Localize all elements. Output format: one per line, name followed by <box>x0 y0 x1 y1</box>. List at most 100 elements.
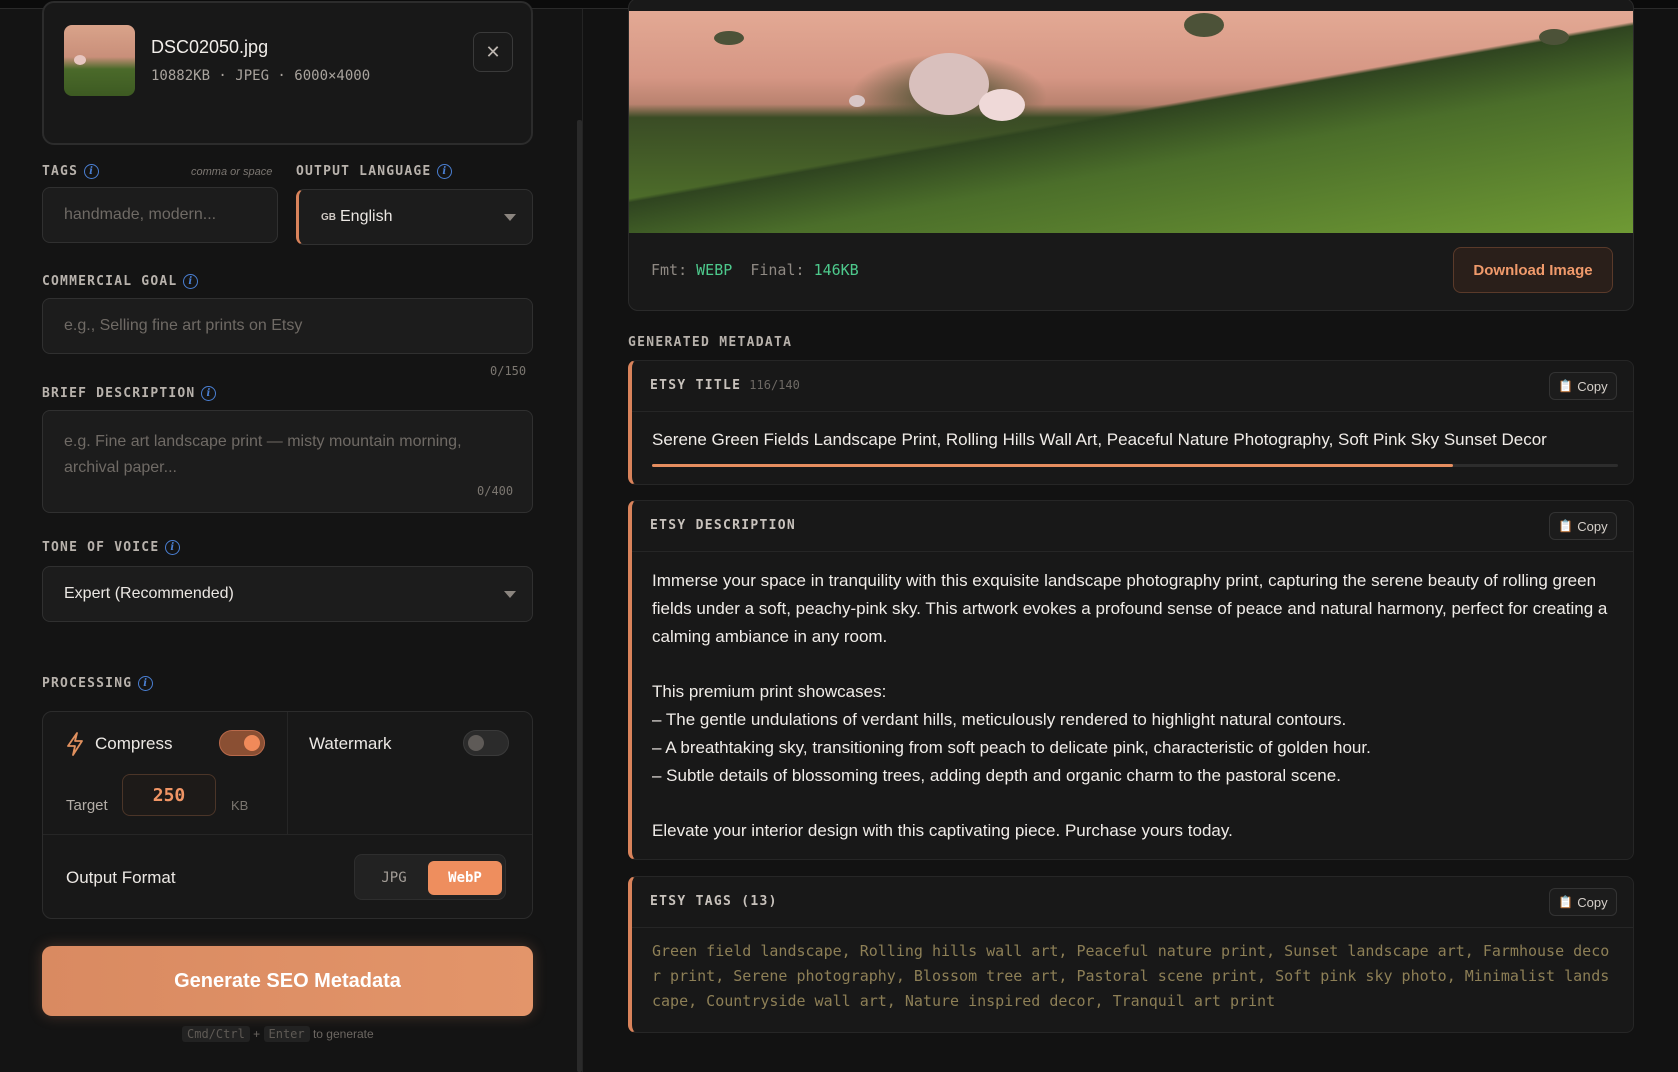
copy-tags-button[interactable]: 📋 Copy <box>1549 888 1617 916</box>
file-meta: 10882KB · JPEG · 6000×4000 <box>151 68 371 84</box>
uploaded-file-card: DSC02050.jpg 10882KB · JPEG · 6000×4000 … <box>42 1 533 145</box>
etsy-description-text: Immerse your space in tranquility with t… <box>652 567 1613 845</box>
card-header: ETSY TITLE 116/140 📋 Copy <box>632 361 1633 412</box>
fmt-value: WEBP <box>696 261 733 279</box>
info-icon[interactable]: i <box>183 274 199 289</box>
output-format-label: Output Format <box>66 868 176 887</box>
info-icon[interactable]: i <box>437 164 453 179</box>
etsy-tags-text: Green field landscape, Rolling hills wal… <box>652 942 1610 1010</box>
target-size-input[interactable]: 250 <box>122 774 216 816</box>
info-icon[interactable]: i <box>138 676 154 691</box>
etsy-title-char-count: 116/140 <box>749 378 800 392</box>
tags-hint: comma or space <box>191 166 273 178</box>
fmt-label: Fmt: <box>651 261 688 279</box>
etsy-description-label: ETSY DESCRIPTION <box>650 518 797 533</box>
copy-label: Copy <box>1577 518 1608 534</box>
processing-label-text: PROCESSING <box>42 676 133 691</box>
image-preview-card: Fmt: WEBP Final: 146KB Download Image <box>628 0 1634 311</box>
kbd-plus: + <box>253 1027 261 1041</box>
final-size-label: Final: <box>750 261 805 279</box>
tone-of-voice-select[interactable]: Expert (Recommended) <box>42 566 533 622</box>
card-header: ETSY DESCRIPTION 📋 Copy <box>632 501 1633 552</box>
info-icon[interactable]: i <box>201 386 217 401</box>
commercial-goal-input[interactable]: e.g., Selling fine art prints on Etsy <box>42 298 533 354</box>
generate-seo-metadata-button[interactable]: Generate SEO Metadata <box>42 946 533 1016</box>
etsy-title-card: ETSY TITLE 116/140 📋 Copy Serene Green Fie… <box>628 360 1634 485</box>
output-language-value: English <box>340 208 393 225</box>
etsy-title-text: Serene Green Fields Landscape Print, Rol… <box>652 430 1547 449</box>
close-icon: ✕ <box>485 41 501 62</box>
processing-box: Compress Target 250 KB Watermark Output … <box>42 711 533 919</box>
tags-input[interactable]: handmade, modern... <box>42 187 278 243</box>
etsy-description-card: ETSY DESCRIPTION 📋 Copy Immerse your spac… <box>628 500 1634 860</box>
panel-divider <box>582 9 583 1072</box>
tags-label-text: TAGS <box>42 164 79 179</box>
kbd-cmd-ctrl: Cmd/Ctrl <box>182 1026 250 1042</box>
description-paragraph: Immerse your space in tranquility with t… <box>652 571 1608 646</box>
clipboard-icon: 📋 <box>1558 519 1574 533</box>
compress-toggle[interactable] <box>219 730 265 756</box>
commercial-goal-counter: 0/150 <box>490 364 527 378</box>
copy-description-button[interactable]: 📋 Copy <box>1549 512 1617 540</box>
output-format-segmented-control: JPG WebP <box>354 854 506 900</box>
etsy-title-label: ETSY TITLE 116/140 <box>650 378 800 393</box>
title-length-bar-fill <box>652 464 1453 467</box>
copy-label: Copy <box>1577 378 1608 394</box>
chevron-down-icon <box>504 591 516 598</box>
lightning-bolt-icon <box>65 732 85 756</box>
card-header: ETSY TAGS (13) 📋 Copy <box>632 877 1633 928</box>
tone-of-voice-label-text: TONE OF VOICE <box>42 540 160 555</box>
tree-shape <box>1539 29 1569 45</box>
tone-of-voice-label: TONE OF VOICE i <box>42 540 181 555</box>
remove-file-button[interactable]: ✕ <box>473 32 513 72</box>
info-icon[interactable]: i <box>84 164 100 179</box>
tree-shape <box>979 89 1025 121</box>
output-language-label-text: OUTPUT LANGUAGE <box>296 164 432 179</box>
watermark-label: Watermark <box>309 734 392 753</box>
description-paragraph: Elevate your interior design with this c… <box>652 821 1233 840</box>
processing-label: PROCESSING i <box>42 676 154 691</box>
format-option-webp[interactable]: WebP <box>428 861 502 895</box>
etsy-title-label-text: ETSY TITLE <box>650 378 742 393</box>
kbd-enter: Enter <box>263 1026 310 1042</box>
tree-shape <box>714 31 744 45</box>
generated-metadata-heading: GENERATED METADATA <box>628 335 793 350</box>
title-length-bar <box>652 464 1618 467</box>
target-unit: KB <box>231 798 249 813</box>
description-bullet: – A breathtaking sky, transitioning from… <box>652 738 1371 757</box>
file-name: DSC02050.jpg <box>151 37 269 57</box>
tone-of-voice-value: Expert (Recommended) <box>64 585 234 602</box>
etsy-tags-label: ETSY TAGS (13) <box>650 894 778 909</box>
output-language-select[interactable]: GB English <box>296 189 533 245</box>
description-bullet: – Subtle details of blossoming trees, ad… <box>652 766 1341 785</box>
tags-label: TAGS i <box>42 164 100 179</box>
brief-description-placeholder: e.g. Fine art landscape print — misty mo… <box>64 433 462 476</box>
format-option-jpg[interactable]: JPG <box>363 861 425 895</box>
copy-title-button[interactable]: 📋 Copy <box>1549 372 1617 400</box>
tags-placeholder: handmade, modern... <box>64 206 217 223</box>
kbd-hint-text: to generate <box>312 1027 374 1041</box>
clipboard-icon: 📋 <box>1558 895 1574 909</box>
brief-description-textarea[interactable]: e.g. Fine art landscape print — misty mo… <box>42 410 533 513</box>
output-language-label: OUTPUT LANGUAGE i <box>296 164 453 179</box>
brief-description-label-text: BRIEF DESCRIPTION <box>42 386 196 401</box>
download-image-button[interactable]: Download Image <box>1453 247 1613 293</box>
target-label: Target <box>66 797 108 814</box>
tree-shape <box>909 53 989 115</box>
tree-shape <box>849 95 865 107</box>
copy-label: Copy <box>1577 894 1608 910</box>
commercial-goal-label: COMMERCIAL GOAL i <box>42 274 199 289</box>
tree-shape <box>1184 13 1224 37</box>
description-paragraph: This premium print showcases: <box>652 682 887 701</box>
compress-label: Compress <box>95 734 173 753</box>
commercial-goal-placeholder: e.g., Selling fine art prints on Etsy <box>64 317 303 334</box>
chevron-down-icon <box>504 214 516 221</box>
final-size-value: 146KB <box>813 261 859 279</box>
keyboard-shortcut-hint: Cmd/Ctrl + Enter to generate <box>182 1026 374 1042</box>
info-icon[interactable]: i <box>165 540 181 555</box>
watermark-toggle[interactable] <box>463 730 509 756</box>
processed-image-preview <box>629 11 1633 233</box>
description-bullet: – The gentle undulations of verdant hill… <box>652 710 1347 729</box>
compress-section: Compress Target 250 KB <box>43 712 288 834</box>
brief-description-counter: 0/400 <box>477 484 514 498</box>
